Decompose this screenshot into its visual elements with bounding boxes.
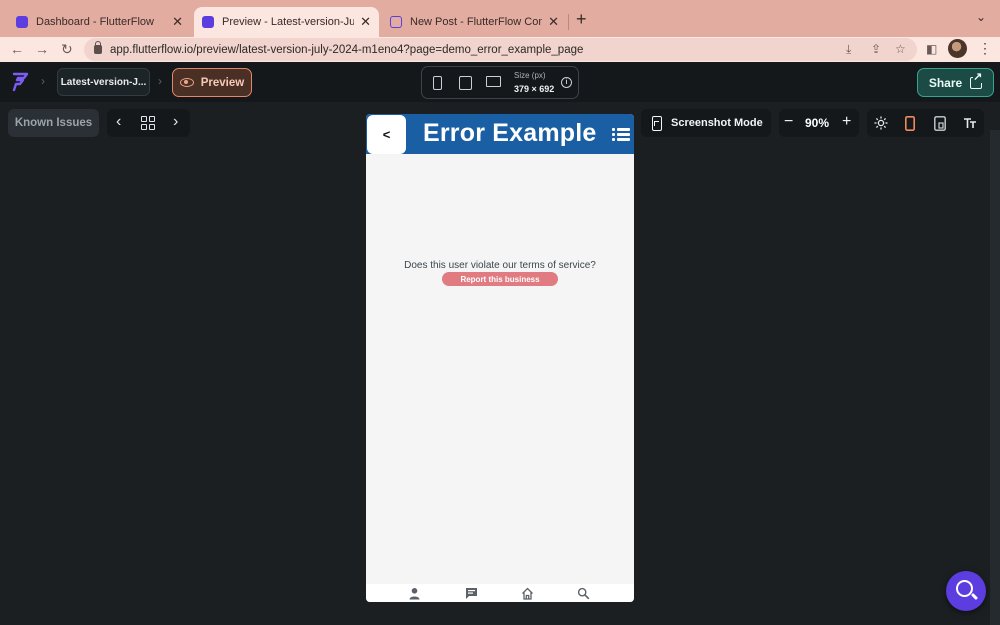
open-external-icon [970,71,983,89]
reload-icon[interactable]: ↻ [61,41,73,58]
browser-menu-icon[interactable]: ⋮ [978,40,992,57]
bookmark-star-icon[interactable]: ☆ [895,42,906,56]
flutterflow-favicon-icon [16,16,28,28]
tab-title: New Post - FlutterFlow Commu [410,16,542,28]
breadcrumb-chevron-icon: › [158,74,162,88]
desktop-device-icon[interactable] [486,76,501,87]
zoom-control: − 90% + [779,109,859,137]
share-page-icon[interactable]: ⇪ [871,42,881,56]
preview-button[interactable]: Preview [172,68,252,97]
side-panel-icon[interactable]: ◧ [926,42,937,56]
url-field[interactable]: app.flutterflow.io/preview/latest-versio… [84,38,917,61]
report-business-button[interactable]: Report this business [442,272,558,286]
tab-dashboard[interactable]: Dashboard - FlutterFlow ✕ [8,7,191,37]
screenshot-mode-button[interactable]: Screenshot Mode [641,109,771,137]
person-icon[interactable] [408,587,421,600]
portrait-device-icon[interactable] [905,116,915,131]
bottom-nav-bar [366,584,634,602]
previous-page-icon[interactable]: ‹ [116,113,121,131]
screenshot-icon [652,115,662,131]
browser-tab-bar: Dashboard - FlutterFlow ✕ Preview - Late… [0,0,1000,37]
project-selector-button[interactable]: Latest-version-J... [57,68,150,96]
device-size-selector: Size (px) 379 × 692 i [421,66,579,99]
tab-community[interactable]: New Post - FlutterFlow Commu ✕ [382,7,567,37]
app-bar: < Error Example [366,114,634,154]
phone-preview: < Error Example Does this user violate o… [366,114,634,602]
zoom-level: 90% [805,116,830,130]
lock-icon [94,41,102,54]
tab-title: Preview - Latest-version-July- [222,16,355,28]
flutterflow-favicon-icon [202,16,214,28]
device-frame-icon[interactable] [934,116,946,131]
url-text: app.flutterflow.io/preview/latest-versio… [110,43,584,56]
new-tab-icon[interactable]: + [576,9,587,30]
browser-address-bar: ← → ↻ app.flutterflow.io/preview/latest-… [0,37,1000,62]
close-tab-icon[interactable]: ✕ [172,14,183,30]
back-arrow-icon[interactable]: ← [10,41,24,57]
install-app-icon[interactable]: ⤓ [846,42,851,57]
search-fab-button[interactable] [946,571,986,611]
phone-device-icon[interactable] [433,76,442,90]
share-label: Share [928,75,963,90]
chat-icon[interactable] [465,587,478,600]
screenshot-mode-label: Screenshot Mode [671,117,763,129]
close-tab-icon[interactable]: ✕ [360,14,371,30]
tab-title: Dashboard - FlutterFlow [36,16,154,28]
tab-search-chevron-icon[interactable]: ⌄ [976,10,986,24]
canvas-scrollbar[interactable] [990,130,1000,625]
size-value: 379 × 692 [514,84,555,94]
light-mode-icon[interactable] [874,116,888,130]
close-tab-icon[interactable]: ✕ [548,14,559,30]
profile-avatar[interactable] [948,39,967,58]
app-back-button[interactable]: < [367,115,406,154]
share-button[interactable]: Share [917,68,994,97]
preview-label: Preview [200,76,245,89]
size-label: Size (px) [514,71,546,80]
search-icon[interactable] [577,587,590,600]
flutterflow-top-bar: › Latest-version-J... › Preview Size (px… [0,62,1000,102]
tablet-device-icon[interactable] [459,76,472,90]
forward-arrow-icon[interactable]: → [35,41,49,57]
list-menu-icon[interactable] [612,128,630,141]
home-icon[interactable] [521,587,534,600]
info-icon[interactable]: i [561,77,572,88]
app-title: Error Example [423,119,597,147]
flutterflow-logo-icon[interactable] [9,71,31,93]
page-navigator: ‹ › [107,109,190,137]
flutterflow-favicon-icon [390,16,402,28]
eye-icon [179,78,194,87]
known-issues-button[interactable]: Known Issues [8,109,99,137]
tab-divider [568,14,569,30]
breadcrumb-chevron-icon: › [41,74,45,88]
terms-question-text: Does this user violate our terms of serv… [404,260,596,271]
tab-preview[interactable]: Preview - Latest-version-July- ✕ [194,7,379,37]
next-page-icon[interactable]: › [173,113,178,131]
page-grid-icon[interactable] [141,116,155,130]
text-size-icon[interactable] [963,116,977,130]
preview-tools [867,109,984,137]
zoom-in-icon[interactable]: + [842,113,851,131]
magnifier-handle [970,592,979,601]
zoom-out-icon[interactable]: − [784,113,793,131]
